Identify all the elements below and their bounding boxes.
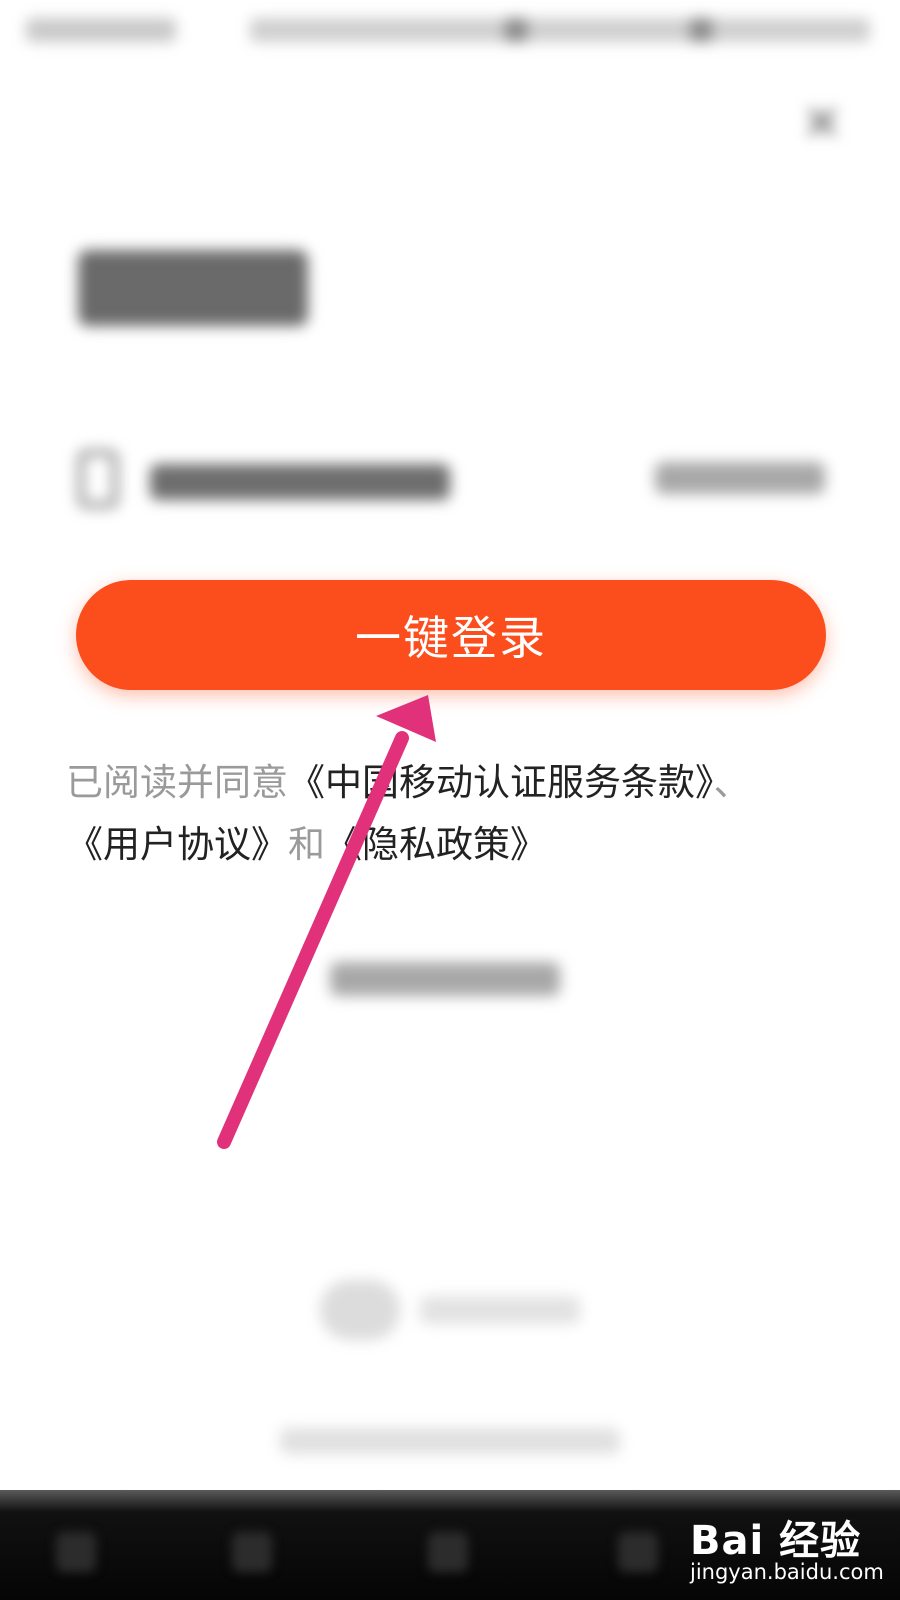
agreement-prefix: 已阅读并同意 (66, 761, 288, 804)
one-tap-login-button[interactable]: 一键登录 (76, 580, 826, 690)
agreement-text: 已阅读并同意《中国移动认证服务条款》、《用户协议》和《隐私政策》 (66, 752, 856, 876)
baidu-jingyan-watermark: Bai 经验 jingyan.baidu.com (690, 1500, 890, 1596)
status-icon (505, 18, 527, 42)
status-icon (690, 18, 712, 42)
switch-number-link[interactable] (655, 462, 825, 494)
privacy-policy-link[interactable]: 《隐私政策》 (325, 823, 547, 866)
masked-phone-number (150, 464, 450, 500)
footer-text (280, 1428, 620, 1454)
third-party-login-icon[interactable] (320, 1280, 400, 1340)
agreement-separator: 、 (713, 761, 751, 804)
watermark-url: jingyan.baidu.com (690, 1560, 884, 1584)
close-icon[interactable] (800, 100, 844, 144)
agreement-conjunction: 和 (288, 823, 325, 866)
menu-icon[interactable] (56, 1532, 96, 1572)
phone-icon (78, 450, 118, 508)
welcome-title (78, 250, 308, 326)
recents-icon[interactable] (618, 1532, 658, 1572)
status-indicators (250, 18, 870, 42)
third-party-login-label (420, 1296, 580, 1324)
status-bar (0, 0, 900, 60)
cmcc-terms-link[interactable]: 《中国移动认证服务条款》 (288, 761, 714, 804)
home-icon[interactable] (428, 1532, 468, 1572)
annotation-arrow-head (376, 695, 436, 742)
user-agreement-link[interactable]: 《用户协议》 (66, 823, 288, 866)
status-carrier (26, 18, 176, 42)
watermark-logo: Bai 经验 (690, 1518, 862, 1564)
other-login-method-link[interactable] (330, 962, 560, 996)
back-icon[interactable] (232, 1532, 272, 1572)
